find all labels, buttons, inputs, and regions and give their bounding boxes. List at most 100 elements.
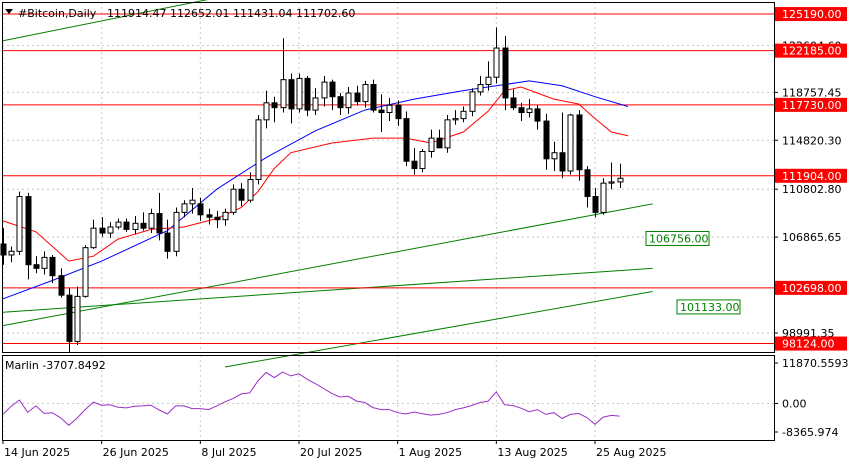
price-level-tag-label: 111904.00 — [782, 170, 842, 183]
bullish-candle — [321, 81, 328, 99]
date-tick-label: 20 Jul 2025 — [300, 446, 362, 459]
bullish-candle — [82, 247, 89, 297]
date-tick-label: 13 Aug 2025 — [497, 446, 567, 459]
chart-background — [0, 0, 852, 464]
symbol-label: #Bitcoin,Daily — [18, 7, 97, 20]
date-tick-label: 8 Jul 2025 — [201, 446, 256, 459]
oscillator-label: Marlin -3707.8492 — [5, 359, 106, 372]
bearish-candle — [140, 222, 147, 229]
bullish-candle — [189, 199, 196, 205]
chart: Marlin -3707.8492 122604.60118757.451148… — [0, 0, 852, 464]
bullish-candle — [444, 119, 451, 149]
bullish-candle — [617, 177, 624, 183]
bullish-candle — [247, 178, 254, 201]
bearish-candle — [502, 47, 509, 99]
bullish-candle — [148, 213, 155, 229]
bearish-candle — [197, 203, 204, 216]
bullish-candle — [132, 222, 139, 230]
chart-canvas: Marlin -3707.8492 122604.60118757.451148… — [0, 0, 852, 464]
bearish-candle — [559, 152, 566, 172]
trendline-value-label: 106756.00 — [649, 232, 709, 245]
date-tick-label: 26 Jun 2025 — [103, 446, 169, 459]
price-tick-label: 110802.80 — [782, 183, 842, 196]
date-tick-label: 25 Aug 2025 — [596, 446, 666, 459]
bearish-candle — [123, 221, 130, 230]
bearish-candle — [0, 243, 7, 256]
bullish-candle — [551, 152, 558, 160]
bullish-candle — [115, 221, 122, 228]
bullish-candle — [362, 84, 369, 103]
bearish-candle — [411, 160, 418, 170]
date-tick-label: 14 Jun 2025 — [4, 446, 70, 459]
bearish-candle — [25, 196, 32, 266]
bearish-candle — [576, 114, 583, 171]
bullish-candle — [181, 203, 188, 213]
ohlc-readout: 111914.47 112652.01 111431.04 111702.60 — [107, 7, 355, 20]
bullish-candle — [477, 84, 484, 93]
bullish-candle — [230, 188, 237, 213]
oscillator-tick-label: -8365.974 — [782, 426, 838, 439]
bullish-candle — [8, 250, 15, 256]
bullish-candle — [469, 91, 476, 112]
bearish-candle — [592, 196, 599, 213]
bearish-candle — [518, 107, 525, 114]
bullish-candle — [263, 102, 270, 121]
bullish-candle — [485, 76, 492, 86]
bearish-candle — [337, 96, 344, 109]
bullish-candle — [90, 227, 97, 249]
bullish-candle — [107, 226, 114, 234]
bearish-candle — [403, 118, 410, 162]
bullish-candle — [74, 295, 81, 342]
bearish-candle — [49, 256, 56, 277]
oscillator-tick-label: 11870.5593 — [782, 357, 848, 370]
bearish-candle — [436, 137, 443, 149]
bearish-candle — [271, 102, 278, 109]
bearish-candle — [164, 232, 171, 252]
bearish-candle — [354, 92, 361, 103]
bullish-candle — [567, 114, 574, 172]
bullish-candle — [280, 79, 287, 109]
price-level-tag-label: 117730.00 — [782, 99, 842, 112]
price-tick-label: 114820.30 — [782, 134, 842, 147]
bearish-candle — [58, 275, 65, 296]
oscillator-tick-label: 0.00 — [782, 397, 807, 410]
bullish-candle — [41, 256, 48, 269]
bearish-candle — [156, 213, 163, 234]
bearish-candle — [510, 97, 517, 109]
bearish-candle — [395, 104, 402, 120]
bearish-candle — [288, 79, 295, 110]
bearish-candle — [370, 84, 377, 111]
bearish-candle — [534, 108, 541, 122]
bullish-candle — [493, 47, 500, 78]
bearish-candle — [378, 109, 385, 114]
price-level-tag-label: 98124.00 — [782, 338, 835, 351]
trendline-value-label: 101133.00 — [680, 301, 740, 314]
bullish-candle — [16, 196, 23, 252]
bullish-candle — [173, 211, 180, 252]
price-tick-label: 106865.65 — [782, 231, 842, 244]
bearish-candle — [543, 120, 550, 160]
bearish-candle — [214, 216, 221, 221]
bullish-candle — [600, 182, 607, 213]
price-level-tag-label: 122185.00 — [782, 45, 842, 58]
bearish-candle — [206, 214, 213, 218]
chart-header: #Bitcoin,Daily 111914.47 112652.01 11143… — [5, 7, 355, 20]
bullish-candle — [312, 97, 319, 111]
price-level-tag-label: 102698.00 — [782, 282, 842, 295]
bullish-candle — [296, 77, 303, 110]
bearish-candle — [66, 294, 73, 342]
bearish-candle — [304, 77, 311, 111]
bullish-candle — [428, 137, 435, 152]
bearish-candle — [238, 188, 245, 201]
bullish-candle — [255, 119, 262, 180]
bullish-candle — [460, 110, 467, 120]
bearish-candle — [329, 81, 336, 98]
date-tick-label: 1 Aug 2025 — [399, 446, 462, 459]
bearish-candle — [33, 264, 40, 269]
bullish-candle — [222, 211, 229, 221]
bullish-candle — [608, 181, 615, 184]
bearish-candle — [584, 169, 591, 198]
bearish-candle — [99, 227, 106, 234]
bullish-candle — [386, 104, 393, 114]
price-tick-label: 118757.45 — [782, 86, 842, 99]
